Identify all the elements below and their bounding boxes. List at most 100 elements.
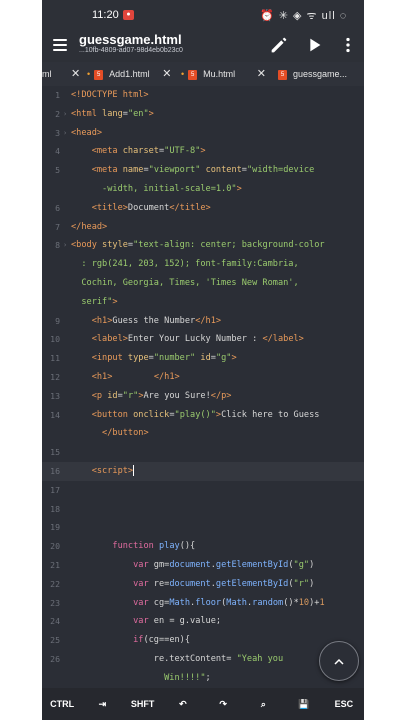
tab-key[interactable]: ⇥ <box>82 688 122 720</box>
code-line[interactable]: 11 <input type="number" id="g"> <box>42 349 364 368</box>
code-token: "g" <box>293 560 310 570</box>
redo-key[interactable]: ↷ <box>203 688 243 720</box>
code-token: ; <box>205 672 211 683</box>
code-line[interactable]: 24 var en = g.value; <box>42 612 364 631</box>
fold-arrow-icon[interactable]: › <box>63 105 67 124</box>
code-line[interactable]: 16 <script> <box>42 462 364 481</box>
code-token: <input <box>91 353 128 364</box>
tab-mu[interactable]: • 5 Mu.html ✕ <box>177 62 266 86</box>
code-line[interactable]: 1 <!DOCTYPE html> <box>42 86 364 105</box>
code-line[interactable]: 20 function play(){ <box>42 537 364 556</box>
fold-arrow-icon[interactable]: › <box>63 236 67 255</box>
code-line[interactable]: 14 <button onclick="play()">Click here t… <box>42 406 364 425</box>
esc-key[interactable]: ESC <box>324 688 364 720</box>
shift-key[interactable]: SHFT <box>123 688 163 720</box>
code-line[interactable]: 22 var re=document.getElementById("r") <box>42 575 364 594</box>
code-token: charset <box>122 146 159 157</box>
pencil-icon[interactable] <box>268 34 290 56</box>
code-line[interactable]: 15 <box>42 443 364 462</box>
line-number: 24 <box>50 616 60 627</box>
hamburger-menu-icon[interactable] <box>53 39 67 51</box>
tab-guessgame[interactable]: 5 guessgame... <box>274 62 364 88</box>
code-token: </title> <box>169 202 211 213</box>
code-line[interactable]: 23 var cg=Math.floor(Math.random()*10)+1 <box>42 594 364 613</box>
code-text: if(cg==en){ <box>71 631 190 650</box>
tab-add1[interactable]: • 5 Add1.html ✕ <box>83 62 171 86</box>
more-vert-icon[interactable] <box>337 34 359 56</box>
line-number: 9 <box>55 315 60 326</box>
code-token: "r" <box>122 390 139 401</box>
undo-key[interactable]: ↶ <box>163 688 203 720</box>
code-line[interactable]: 5 <meta name="viewport" content="width=d… <box>42 161 364 180</box>
line-number: 6 <box>55 202 60 213</box>
code-line[interactable]: 13 <p id="r">Are you Sure!</p> <box>42 387 364 406</box>
status-bar: 11:20 ● ⏰ ✳ ◈ ᯤ ull ◌ <box>42 0 364 32</box>
code-editor[interactable]: 1 <!DOCTYPE html> 2 › <html lang="en"> 3 › <hea… <box>42 86 364 688</box>
line-number: 26 <box>50 654 60 664</box>
code-token: <head> <box>71 127 103 138</box>
tab-ml[interactable]: ml ✕ <box>42 62 80 86</box>
tab-label: guessgame... <box>293 69 348 79</box>
close-icon[interactable]: ✕ <box>71 62 80 86</box>
code-text: serif"> <box>71 293 117 312</box>
code-token: play <box>158 541 180 552</box>
code-line[interactable]: 25 if(cg==en){ <box>42 631 364 650</box>
code-line[interactable]: 8 › <body style="text-align: center; backg… <box>42 236 364 255</box>
code-line[interactable]: serif"> <box>42 293 364 312</box>
code-token: > <box>236 184 242 194</box>
code-token: gm= <box>153 560 170 570</box>
code-line[interactable]: 26 re.textContent= "Yeah you <box>42 650 364 669</box>
fold-arrow-icon[interactable]: › <box>63 124 67 143</box>
code-line[interactable]: -width, initial-scale=1.0"> <box>42 180 364 199</box>
search-key[interactable]: ⌕ <box>243 688 283 720</box>
code-line[interactable]: 17 <box>42 481 364 500</box>
line-number: 4 <box>55 146 60 157</box>
code-text: <body style="text-align: center; backgro… <box>71 236 325 255</box>
code-line[interactable]: 19 <box>42 518 364 537</box>
code-token: <!DOCTYPE html> <box>71 90 149 100</box>
code-line[interactable]: 21 var gm=document.getElementById("g") <box>42 556 364 575</box>
code-token: "Yeah you <box>236 654 284 664</box>
code-text: <meta charset="UTF-8"> <box>71 142 206 161</box>
code-line[interactable]: 4 <meta charset="UTF-8"> <box>42 142 364 161</box>
code-line[interactable]: Cochin, Georgia, Times, 'Times New Roman… <box>42 274 364 293</box>
code-line[interactable]: 9 <h1>Guess the Number</h1> <box>42 312 364 331</box>
line-number: 18 <box>50 503 60 514</box>
code-text: <h1>Guess the Number</h1> <box>71 312 221 331</box>
code-line[interactable]: 6 <title>Document</title> <box>42 199 364 218</box>
line-number: 3 <box>55 127 60 138</box>
ctrl-key[interactable]: CTRL <box>42 688 82 720</box>
code-token: -width, initial-scale=1.0" <box>71 184 237 194</box>
code-line[interactable]: 12 <h1> </h1> <box>42 368 364 387</box>
code-token: ) <box>309 560 315 570</box>
code-line[interactable]: 7 </head> <box>42 218 364 237</box>
code-line[interactable]: </button> <box>42 424 364 443</box>
line-number: 1 <box>55 90 60 100</box>
code-line[interactable]: : rgb(241, 203, 152); font-family:Cambri… <box>42 255 364 274</box>
code-token: serif" <box>71 296 113 307</box>
code-text: <button onclick="play()">Click here to G… <box>71 406 320 425</box>
code-text: <p id="r">Are you Sure!</p> <box>71 387 232 406</box>
code-line[interactable]: 10 <label>Enter Your Lucky Number : </la… <box>42 330 364 349</box>
code-line[interactable]: Win!!!!"; <box>42 669 364 688</box>
scroll-up-button[interactable] <box>319 641 359 681</box>
code-text: : rgb(241, 203, 152); font-family:Cambri… <box>71 255 298 274</box>
code-token: id <box>200 353 211 364</box>
code-token: <html <box>71 108 103 119</box>
code-token: </button> <box>102 428 149 439</box>
code-line[interactable]: 18 <box>42 500 364 519</box>
save-key[interactable]: 💾 <box>284 688 324 720</box>
code-token: "width=device <box>246 165 315 176</box>
code-token: document <box>169 560 211 570</box>
code-token: name <box>122 165 144 176</box>
play-icon[interactable] <box>303 34 325 56</box>
close-icon[interactable]: ✕ <box>162 62 171 86</box>
line-number: 12 <box>50 372 60 382</box>
close-icon[interactable]: ✕ <box>257 62 266 86</box>
code-text: re.textContent= "Yeah you <box>71 650 283 669</box>
code-line[interactable]: 3 › <head> <box>42 124 364 143</box>
code-text: Win!!!!"; <box>71 669 211 688</box>
code-line[interactable]: 2 › <html lang="en"> <box>42 105 364 124</box>
